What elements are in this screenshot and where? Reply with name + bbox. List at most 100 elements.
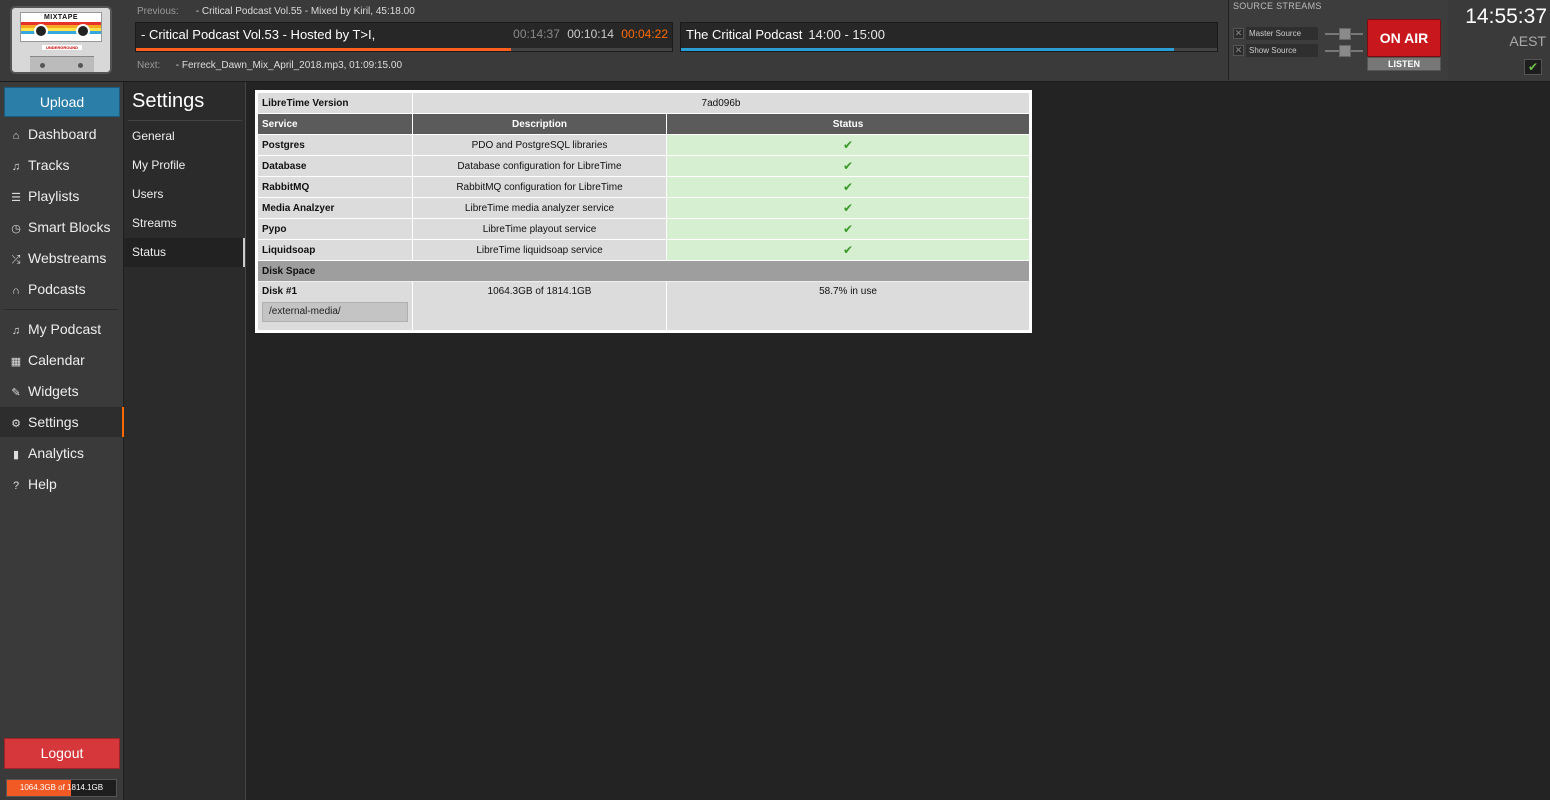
next-track: Next: - Ferreck_Dawn_Mix_April_2018.mp3,… [137, 60, 402, 71]
next-label: Next: [137, 60, 161, 71]
source-streams-panel: SOURCE STREAMS ✕ Master Source ✕ Show So… [1228, 0, 1448, 80]
sidebar-item-webstreams[interactable]: ⤮ Webstreams [0, 243, 124, 273]
disk-size: 1064.3GB of 1814.1GB [412, 281, 667, 331]
check-icon: ✔ [1524, 59, 1542, 75]
close-icon[interactable]: ✕ [1233, 45, 1244, 56]
previous-track: Previous: - Critical Podcast Vol.55 - Mi… [137, 6, 415, 17]
show-time: 14:00 - 15:00 [808, 27, 885, 42]
help-icon: ? [12, 480, 20, 492]
bar-chart-icon: ▮ [12, 449, 20, 461]
list-icon: ☰ [11, 192, 21, 204]
elapsed-time: 00:14:37 [513, 27, 560, 41]
home-icon: ⌂ [12, 130, 20, 142]
next-value: - Ferreck_Dawn_Mix_April_2018.mp3, 01:09… [175, 60, 403, 71]
shuffle-icon: ⤮ [11, 254, 21, 266]
close-icon[interactable]: ✕ [1233, 28, 1244, 39]
listen-button[interactable]: LISTEN [1367, 57, 1441, 71]
sidebar-item-playlists[interactable]: ☰ Playlists [0, 181, 124, 211]
service-description: LibreTime media analyzer service [412, 197, 667, 219]
column-header-description: Description [412, 113, 667, 135]
show-title: The Critical Podcast [686, 27, 803, 42]
table-row: Media Analzyer LibreTime media analyzer … [257, 197, 1030, 219]
logout-button[interactable]: Logout [4, 738, 120, 769]
sidebar-item-help[interactable]: ? Help [0, 469, 124, 499]
clock-time: 14:55:37 [1465, 5, 1547, 28]
table-row: Postgres PDO and PostgreSQL libraries ✔ [257, 134, 1030, 156]
show-progress-fill [681, 48, 1175, 51]
previous-label: Previous: [137, 6, 179, 17]
disk-percent: 58.7% in use [666, 281, 1030, 331]
clock-icon: ◷ [11, 223, 21, 235]
settings-item-status[interactable]: Status [124, 238, 245, 267]
service-name: Media Analzyer [257, 197, 413, 219]
table-row: Liquidsoap LibreTime liquidsoap service … [257, 239, 1030, 261]
sidebar-divider [4, 309, 118, 310]
main-sidebar: Upload ⌂ Dashboard ♫ Tracks ☰ Playlists ◷ Sm… [0, 82, 124, 800]
mixtape-logo[interactable]: MIXTAPE UNDERGROUND [10, 6, 112, 74]
settings-sidebar: Settings General My Profile Users Stream… [124, 82, 246, 800]
settings-item-users[interactable]: Users [124, 180, 245, 209]
service-description: LibreTime playout service [412, 218, 667, 240]
upload-button[interactable]: Upload [4, 87, 120, 117]
sidebar-item-dashboard[interactable]: ⌂ Dashboard [0, 119, 124, 149]
disk-row: Disk #1 /external-media/ 1064.3GB of 181… [257, 281, 1030, 331]
disk-space-title: Disk Space [257, 260, 1030, 282]
show-progress-bar [681, 48, 1217, 51]
table-header-row: Service Description Status [257, 113, 1030, 135]
sidebar-item-widgets[interactable]: ✎ Widgets [0, 376, 124, 406]
check-icon: ✔ [666, 155, 1030, 177]
service-name: Postgres [257, 134, 413, 156]
service-description: Database configuration for LibreTime [412, 155, 667, 177]
disk-space-header: Disk Space [257, 260, 1030, 282]
show-source-toggle[interactable] [1325, 45, 1363, 57]
version-label: LibreTime Version [257, 92, 413, 114]
current-show-box[interactable]: The Critical Podcast 14:00 - 15:00 [680, 22, 1218, 52]
current-track-box[interactable]: - Critical Podcast Vol.53 - Hosted by T>… [135, 22, 673, 52]
check-icon: ✔ [666, 134, 1030, 156]
version-row: LibreTime Version 7ad096b [257, 92, 1030, 114]
check-icon: ✔ [666, 197, 1030, 219]
status-table: LibreTime Version 7ad096b Service Descri… [257, 92, 1030, 331]
master-source-toggle[interactable] [1325, 28, 1363, 40]
top-bar: MIXTAPE UNDERGROUND Previous: - Critical… [0, 0, 1550, 82]
service-name: RabbitMQ [257, 176, 413, 198]
gear-icon: ⚙ [11, 418, 21, 430]
check-icon: ✔ [666, 218, 1030, 240]
settings-item-general[interactable]: General [124, 122, 245, 151]
service-name: Database [257, 155, 413, 177]
table-row: Database Database configuration for Libr… [257, 155, 1030, 177]
sidebar-item-my-podcast[interactable]: ♫ My Podcast [0, 314, 124, 344]
settings-item-my-profile[interactable]: My Profile [124, 151, 245, 180]
page-title: Settings [132, 90, 205, 112]
sidebar-item-settings[interactable]: ⚙ Settings [0, 407, 124, 437]
sidebar-item-analytics[interactable]: ▮ Analytics [0, 438, 124, 468]
version-value: 7ad096b [412, 92, 1030, 114]
column-header-service: Service [257, 113, 413, 135]
track-progress-fill [136, 48, 512, 51]
column-header-status: Status [666, 113, 1030, 135]
logo-subtitle: UNDERGROUND [42, 45, 82, 50]
disk-usage-bar: 1064.3GB of 1814.1GB [6, 779, 117, 797]
show-source-label: Show Source [1246, 44, 1318, 57]
clock-timezone: AEST [1509, 33, 1546, 49]
check-icon: ✔ [666, 176, 1030, 198]
sidebar-item-tracks[interactable]: ♫ Tracks [0, 150, 124, 180]
source-streams-title: SOURCE STREAMS [1233, 1, 1322, 11]
reel-icon [76, 24, 90, 38]
track-progress-bar [136, 48, 672, 51]
show-source-row: ✕ Show Source [1233, 44, 1363, 58]
headphones-icon: ∩ [12, 285, 20, 297]
previous-value: - Critical Podcast Vol.55 - Mixed by Kir… [195, 6, 415, 17]
sidebar-item-calendar[interactable]: ▦ Calendar [0, 345, 124, 375]
on-air-button[interactable]: ON AIR [1367, 19, 1441, 57]
master-source-label: Master Source [1246, 27, 1318, 40]
current-track-title: - Critical Podcast Vol.53 - Hosted by T>… [141, 27, 376, 42]
disk-name: Disk #1 [262, 286, 298, 297]
sidebar-item-podcasts[interactable]: ∩ Podcasts [0, 274, 124, 304]
service-description: PDO and PostgreSQL libraries [412, 134, 667, 156]
reel-icon [34, 24, 48, 38]
table-row: RabbitMQ RabbitMQ configuration for Libr… [257, 176, 1030, 198]
table-row: Pypo LibreTime playout service ✔ [257, 218, 1030, 240]
sidebar-item-smart-blocks[interactable]: ◷ Smart Blocks [0, 212, 124, 242]
settings-item-streams[interactable]: Streams [124, 209, 245, 238]
